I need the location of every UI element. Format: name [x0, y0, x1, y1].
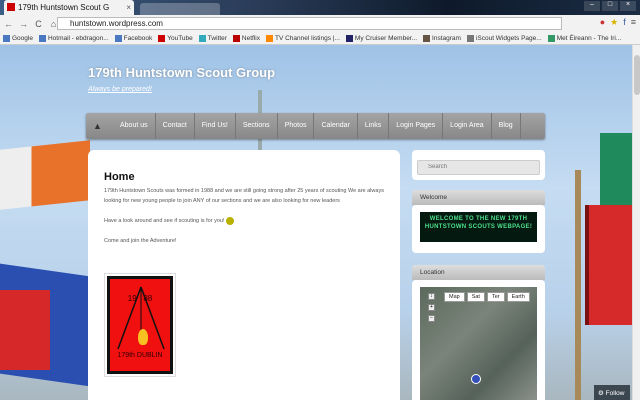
- minimize-button[interactable]: –: [584, 1, 600, 11]
- nav-find-us[interactable]: Find Us!: [195, 113, 236, 139]
- nav-login-area[interactable]: Login Area: [443, 113, 492, 139]
- page-heading: Home: [104, 171, 135, 183]
- join-text: Come and join the Adventure!: [104, 238, 177, 244]
- forward-icon[interactable]: →: [17, 19, 30, 29]
- bookmark[interactable]: Google: [3, 34, 33, 42]
- campfire-icon: [138, 329, 148, 345]
- follow-button[interactable]: ⚙ Follow: [594, 385, 630, 400]
- extension-icon[interactable]: ●: [600, 17, 605, 28]
- site-tagline: Always be prepared!: [88, 86, 152, 93]
- star-icon[interactable]: ★: [610, 17, 618, 28]
- location-map[interactable]: ↕ + − Map Sat Ter Earth: [420, 287, 537, 400]
- maximize-button[interactable]: □: [602, 1, 618, 11]
- nav-blog[interactable]: Blog: [492, 113, 521, 139]
- bookmark[interactable]: Met Éireann - The Iri...: [547, 34, 621, 42]
- close-window-button[interactable]: ×: [620, 1, 636, 11]
- background-flag: [600, 133, 632, 213]
- scrollbar[interactable]: [632, 45, 640, 400]
- nav-contact[interactable]: Contact: [156, 113, 195, 139]
- bookmark[interactable]: YouTube: [158, 34, 193, 42]
- map-type-map[interactable]: Map: [444, 292, 465, 302]
- bookmarks-bar: Google Hotmail - ebdragon... Facebook Yo…: [0, 32, 640, 45]
- main-content: Home 179th Huntstown Scouts was formed i…: [88, 150, 400, 400]
- bookmark[interactable]: Hotmail - ebdragon...: [38, 34, 109, 42]
- favicon-icon: [7, 3, 15, 11]
- nav-links[interactable]: Links: [358, 113, 390, 139]
- location-widget-title: Location: [412, 265, 545, 280]
- background-pole: [575, 170, 581, 400]
- bookmark[interactable]: Twitter: [198, 34, 227, 42]
- bookmark[interactable]: Facebook: [114, 34, 152, 42]
- bookmark[interactable]: Instagram: [423, 34, 461, 42]
- bookmark[interactable]: TV Channel listings |...: [265, 34, 340, 42]
- browser-toolbar: ← → C ⌂ huntstown.wordpress.com ● ★ f ≡: [0, 15, 640, 32]
- zoom-in-button[interactable]: +: [428, 304, 435, 311]
- browser-tab[interactable]: 179th Huntstown Scout G ×: [4, 0, 134, 15]
- nav-about-us[interactable]: About us: [113, 113, 156, 139]
- search-input[interactable]: [417, 159, 540, 175]
- map-pin-icon[interactable]: [471, 374, 481, 384]
- intro-paragraph: 179th Huntstown Scouts was formed in 198…: [104, 188, 384, 204]
- bookmark[interactable]: My Cruiser Member...: [345, 34, 417, 42]
- smiley-icon: [226, 216, 234, 225]
- map-type-earth[interactable]: Earth: [506, 292, 530, 302]
- reload-icon[interactable]: C: [32, 19, 45, 29]
- site-title[interactable]: 179th Huntstown Scout Group: [88, 65, 275, 80]
- background-flag: [0, 290, 50, 370]
- tab-title: 179th Huntstown Scout G: [18, 3, 110, 12]
- scout-badge-image[interactable]: 19 88 179th DUBLIN: [104, 273, 176, 377]
- nav-sections[interactable]: Sections: [236, 113, 278, 139]
- page-viewport: 179th Huntstown Scout Group Always be pr…: [0, 45, 632, 400]
- pan-icon[interactable]: ↕: [428, 293, 435, 300]
- menu-icon[interactable]: ≡: [631, 17, 636, 28]
- map-type-ter[interactable]: Ter: [486, 292, 505, 302]
- address-bar[interactable]: huntstown.wordpress.com: [57, 17, 562, 30]
- title-bar: 179th Huntstown Scout G × – □ ×: [0, 0, 640, 15]
- bookmark[interactable]: iScout Widgets Page...: [466, 34, 542, 42]
- background-flag: [0, 140, 90, 210]
- nav-photos[interactable]: Photos: [278, 113, 315, 139]
- main-nav: ▲ About us Contact Find Us! Sections Pho…: [86, 113, 545, 139]
- home-icon[interactable]: ▲: [93, 121, 103, 131]
- background-flag: [585, 205, 632, 325]
- nav-login-pages[interactable]: Login Pages: [389, 113, 444, 139]
- welcome-widget-title: Welcome: [412, 190, 545, 205]
- look-around-text: Have a look around and see if scouting i…: [104, 218, 225, 224]
- welcome-banner: WELCOME TO THE NEW 179TH HUNTSTOWN SCOUT…: [420, 212, 537, 242]
- close-tab-icon[interactable]: ×: [126, 3, 131, 12]
- facebook-icon[interactable]: f: [623, 17, 626, 28]
- back-icon[interactable]: ←: [2, 19, 15, 29]
- nav-calendar[interactable]: Calendar: [314, 113, 358, 139]
- search-widget: [412, 150, 545, 180]
- bookmark[interactable]: Netflix: [232, 34, 260, 42]
- zoom-out-button[interactable]: −: [428, 315, 435, 322]
- map-type-sat[interactable]: Sat: [466, 292, 485, 302]
- browser-tab-inactive[interactable]: [140, 3, 220, 15]
